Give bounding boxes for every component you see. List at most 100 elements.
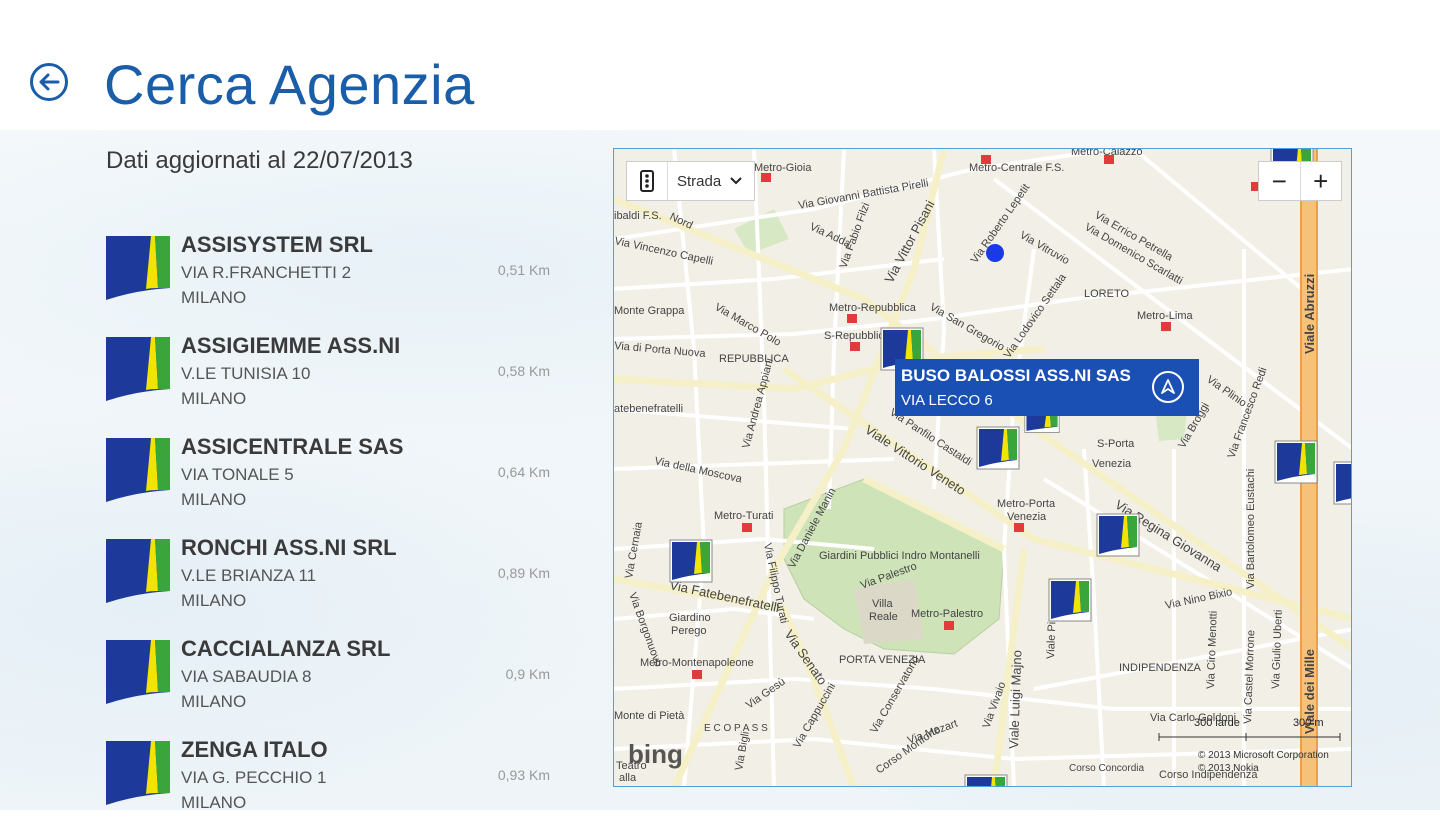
map-label: S-Porta	[1097, 438, 1135, 450]
agency-list: ASSISYSTEM SRL VIA R.FRANCHETTI 2 MILANO…	[106, 230, 566, 836]
agency-city: MILANO	[181, 490, 247, 509]
agency-city: MILANO	[181, 591, 247, 610]
agency-distance: 0,9 Km	[505, 666, 550, 682]
agency-address: VIA G. PECCHIO 1	[181, 768, 327, 787]
map-layers-button[interactable]	[627, 162, 668, 200]
agency-callout[interactable]: BUSO BALOSSI ASS.NI SAS VIA LECCO 6	[895, 359, 1199, 416]
map-label: Via Bartolomeo Eustachi	[1245, 469, 1257, 589]
map-label: Monte Grappa	[614, 305, 685, 317]
agency-item[interactable]: RONCHI ASS.NI SRL V.LE BRIANZA 11 MILANO…	[106, 533, 566, 634]
agency-distance: 0,93 Km	[497, 767, 550, 783]
map-label: alla	[619, 772, 637, 784]
map-label: Venezia	[1092, 458, 1132, 470]
back-button[interactable]	[30, 63, 68, 101]
metro-icon	[742, 523, 752, 532]
map-label: Giardino	[669, 612, 711, 624]
map-label: Giardini Pubblici Indro Montanelli	[819, 550, 980, 562]
map-label: Metro-Turati	[714, 510, 774, 522]
agency-city: MILANO	[181, 288, 247, 307]
map-label: Metro-Lima	[1137, 310, 1194, 322]
callout-name: BUSO BALOSSI ASS.NI SAS	[901, 366, 1131, 385]
map-type-control: Strada	[626, 161, 755, 201]
agency-logo-icon	[106, 236, 170, 300]
agency-city: MILANO	[181, 692, 247, 711]
map-label: LORETO	[1084, 288, 1129, 300]
metro-icon	[944, 621, 954, 630]
agency-address: VIA TONALE 5	[181, 465, 294, 484]
agency-name: RONCHI ASS.NI SRL	[181, 535, 397, 560]
map-label: Villa	[872, 598, 893, 610]
metro-icon	[692, 670, 702, 679]
agency-item[interactable]: ASSICENTRALE SAS VIA TONALE 5 MILANO 0,6…	[106, 432, 566, 533]
scale-yards: 300 iarde	[1194, 717, 1240, 729]
agency-distance: 0,89 Km	[497, 565, 550, 581]
traffic-light-icon	[640, 170, 654, 192]
navigate-button[interactable]	[1152, 371, 1184, 403]
zoom-out-button[interactable]: −	[1259, 162, 1301, 200]
map-label: INDIPENDENZA	[1119, 662, 1202, 674]
agency-address: VIA R.FRANCHETTI 2	[181, 263, 352, 282]
zoom-in-button[interactable]: +	[1301, 162, 1342, 200]
map-type-select[interactable]: Strada	[677, 173, 721, 190]
agency-city: MILANO	[181, 389, 247, 408]
map-pin-agency[interactable]	[1096, 513, 1140, 559]
map-label: Monte di Pietà	[614, 710, 685, 722]
map-label: E C O P A S S	[704, 723, 768, 734]
agency-address: V.LE TUNISIA 10	[181, 364, 311, 383]
agency-logo-icon	[106, 640, 170, 704]
map-view[interactable]: Nord Metro-Gioia Metro-Centrale F.S. Met…	[613, 148, 1352, 787]
agency-name: CACCIALANZA SRL	[181, 636, 391, 661]
agency-logo-icon	[106, 539, 170, 603]
map-label: Viale Abruzzi	[1302, 274, 1317, 354]
chevron-down-icon	[730, 177, 742, 185]
map-pin-agency[interactable]	[669, 539, 713, 585]
agency-item[interactable]: CACCIALANZA SRL VIA SABAUDIA 8 MILANO 0,…	[106, 634, 566, 735]
agency-address: VIA SABAUDIA 8	[181, 667, 312, 686]
metro-icon	[1014, 523, 1024, 532]
metro-icon	[1104, 155, 1114, 164]
callout-address: VIA LECCO 6	[901, 392, 993, 409]
metro-icon	[847, 314, 857, 323]
metro-icon	[981, 155, 991, 164]
map-label: REPUBBLICA	[719, 353, 789, 365]
page-title: Cerca Agenzia	[104, 53, 475, 116]
agency-name: ASSIGIEMME ASS.NI	[181, 333, 401, 358]
agency-name: ZENGA ITALO	[181, 737, 328, 762]
agency-item[interactable]: ASSIGIEMME ASS.NI V.LE TUNISIA 10 MILANO…	[106, 331, 566, 432]
agency-city: MILANO	[181, 793, 247, 812]
map-pin-agency[interactable]	[976, 426, 1020, 472]
map-pin-agency[interactable]	[964, 774, 1008, 787]
agency-distance: 0,64 Km	[497, 464, 550, 480]
arrow-left-icon	[39, 73, 60, 91]
map-pin-agency[interactable]	[1048, 578, 1092, 624]
copyright-microsoft: © 2013 Microsoft Corporation	[1198, 750, 1329, 761]
metro-icon	[850, 342, 860, 351]
agency-name: ASSICENTRALE SAS	[181, 434, 404, 459]
map-label: Metro-Gioia	[754, 162, 812, 174]
map-label: Corso Concordia	[1069, 763, 1144, 774]
bing-logo: bing	[628, 739, 683, 769]
agency-item[interactable]: ASSISYSTEM SRL VIA R.FRANCHETTI 2 MILANO…	[106, 230, 566, 331]
agency-address: V.LE BRIANZA 11	[181, 566, 317, 585]
metro-icon	[1161, 322, 1171, 331]
map-label: Metro-Repubblica	[829, 302, 917, 314]
agency-name: ASSISYSTEM SRL	[181, 232, 373, 257]
agency-logo-icon	[106, 337, 170, 401]
map-label: Reale	[869, 611, 898, 623]
map-label: Metro-Porta	[997, 498, 1056, 510]
agency-item[interactable]: ZENGA ITALO VIA G. PECCHIO 1 MILANO 0,93…	[106, 735, 566, 836]
metro-icon	[761, 173, 771, 182]
scale-meters: 300 m	[1292, 717, 1324, 729]
map-label: Perego	[671, 625, 706, 637]
map-pin-agency[interactable]	[1274, 440, 1318, 486]
map-label: ibaldi F.S.	[614, 210, 662, 222]
map-pin-agency[interactable]	[1333, 461, 1352, 507]
agency-logo-icon	[106, 741, 170, 805]
map-label: atebenefratelli	[614, 403, 683, 415]
map-label: Metro-Palestro	[911, 608, 983, 620]
zoom-control: − +	[1258, 161, 1342, 201]
copyright-nokia: © 2013 Nokia	[1198, 763, 1259, 774]
agency-distance: 0,58 Km	[497, 363, 550, 379]
navigation-arrow-icon	[1161, 379, 1175, 394]
map-copyright: © 2013 Microsoft Corporation © 2013 Noki…	[1198, 749, 1329, 775]
